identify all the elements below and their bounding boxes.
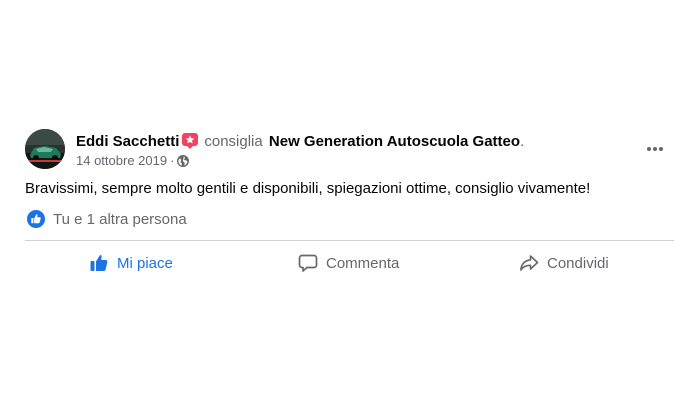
- review-text: Bravissimi, sempre molto gentili e dispo…: [25, 180, 591, 197]
- reaction-summary-text: Tu e 1 altra persona: [53, 210, 187, 228]
- post-meta: 14 ottobre 2019 ·: [76, 153, 190, 169]
- page-name-link[interactable]: New Generation Autoscuola Gatteo: [269, 133, 520, 150]
- comment-button-label: Commenta: [326, 254, 400, 272]
- share-arrow-icon: [520, 255, 539, 271]
- more-options-button[interactable]: [642, 138, 668, 160]
- more-horizontal-icon: [647, 147, 663, 151]
- share-button[interactable]: Condividi: [519, 250, 609, 276]
- post-header: Eddi Sacchetti consiglia New Generation A…: [76, 132, 524, 152]
- like-reaction-icon: [27, 210, 45, 228]
- reaction-summary[interactable]: Tu e 1 altra persona: [27, 209, 187, 229]
- thumbs-up-icon: [90, 255, 108, 271]
- meta-separator: ·: [170, 153, 175, 168]
- like-button[interactable]: Mi piace: [89, 250, 173, 276]
- review-post: Eddi Sacchetti consiglia New Generation A…: [0, 0, 700, 400]
- author-name[interactable]: Eddi Sacchetti: [76, 133, 179, 150]
- comment-button[interactable]: Commenta: [298, 250, 399, 276]
- recommend-star-badge-icon: [182, 133, 199, 149]
- recommend-verb: consiglia: [204, 133, 263, 150]
- share-button-label: Condividi: [547, 254, 609, 272]
- header-period: .: [520, 133, 525, 150]
- post-date[interactable]: 14 ottobre 2019: [76, 153, 167, 168]
- globe-icon[interactable]: [177, 155, 190, 167]
- avatar[interactable]: [25, 129, 65, 169]
- action-divider: [25, 240, 674, 241]
- like-button-label: Mi piace: [117, 254, 173, 272]
- comment-icon: [298, 254, 318, 272]
